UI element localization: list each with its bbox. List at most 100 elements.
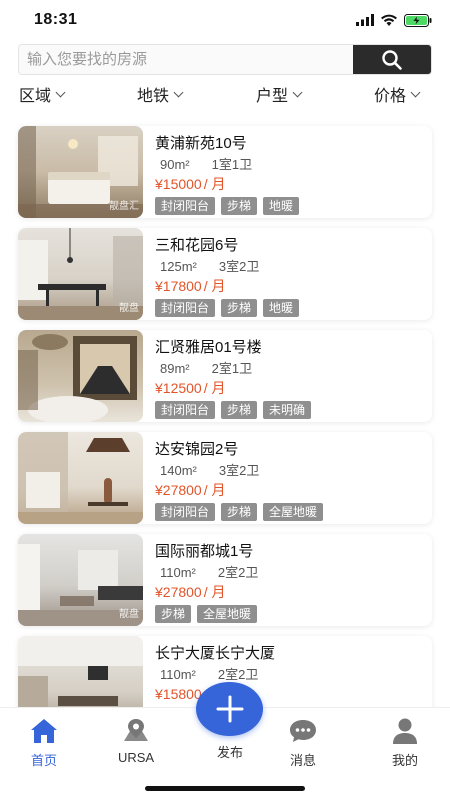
publish-button[interactable] [196,682,263,736]
listing-price-row: ¥12500/ 月 [155,379,432,397]
listing-tag: 步梯 [221,197,258,215]
listing-price-row: ¥27800/ 月 [155,583,432,601]
search-input[interactable] [19,45,353,74]
listing-tags: 封闭阳台 步梯 地暖 [155,197,432,215]
listing-price: ¥12500 [155,380,202,396]
listing-price: ¥27800 [155,482,202,498]
watermark-text: 靓盘汇 [109,201,139,212]
home-icon [29,716,59,746]
tab-messages[interactable]: 消息 [273,716,333,769]
filter-layout[interactable]: 户型 [256,82,303,106]
location-pin-icon [121,716,151,746]
listing-card[interactable]: 靓盘 国际丽都城1号 110m² 2室2卫 ¥27800/ 月 步梯 全屋地暖 [18,534,432,626]
listing-price-row: ¥27800/ 月 [155,481,432,499]
listing-photo: 靓盘汇 [18,126,143,218]
listing-layout: 2室1卫 [211,361,253,376]
tab-ursa[interactable]: URSA [106,716,166,765]
tab-profile[interactable]: 我的 [375,716,435,769]
chevron-down-icon [292,87,303,97]
listing-title: 三和花园6号 [155,237,239,254]
listing-tag: 步梯 [221,299,258,317]
listing-photo [18,330,143,422]
listing-price: ¥15000 [155,176,202,192]
plus-icon [216,695,243,723]
status-bar: 18:31 [0,0,450,40]
listing-card[interactable]: 汇贤雅居01号楼 89m² 2室1卫 ¥12500/ 月 封闭阳台 步梯 未明确 [18,330,432,422]
listing-price-unit: / 月 [203,584,226,600]
listing-price-unit: / 月 [203,482,226,498]
listing-area: 90m² [160,157,190,172]
chevron-down-icon [55,87,66,97]
battery-icon [404,13,432,27]
listing-card[interactable]: 靓盘汇 黄浦新苑10号 90m² 1室1卫 ¥15000/ 月 封闭阳台 步梯 … [18,126,432,218]
listing-tag: 封闭阳台 [155,299,216,317]
listing-price-row: ¥15000/ 月 [155,175,432,193]
listing-price: ¥27800 [155,584,202,600]
listing-photo [18,432,143,524]
listing-title: 达安锦园2号 [155,441,239,458]
filter-area-label: 区域 [19,88,52,105]
chat-bubble-icon [288,716,318,746]
chevron-down-icon [173,87,184,97]
listing-tag: 未明确 [263,401,312,419]
listing-tag: 地暖 [263,197,300,215]
listing-tag: 全屋地暖 [263,503,324,521]
listing-tags: 封闭阳台 步梯 地暖 [155,299,432,317]
listing-tags: 封闭阳台 步梯 全屋地暖 [155,503,432,521]
listing-photo: 靓盘 [18,534,143,626]
listing-tags: 步梯 全屋地暖 [155,605,432,623]
listing-layout: 3室2卫 [218,463,260,478]
tab-home-label: 首页 [30,753,57,768]
tab-home[interactable]: 首页 [14,716,74,769]
listing-tag: 地暖 [263,299,300,317]
signal-icon [356,14,374,26]
listing-card[interactable]: 达安锦园2号 140m² 3室2卫 ¥27800/ 月 封闭阳台 步梯 全屋地暖 [18,432,432,524]
listing-area: 110m² [160,667,196,682]
tab-profile-label: 我的 [391,753,418,768]
filter-subway-label: 地铁 [137,88,170,105]
filter-subway[interactable]: 地铁 [137,82,184,106]
listing-title: 长宁大厦长宁大厦 [155,645,276,662]
listing-tag: 封闭阳台 [155,197,216,215]
listing-price-unit: / 月 [203,176,226,192]
filter-bar: 区域 地铁 户型 价格 [0,82,450,108]
watermark-text: 靓盘 [119,303,139,314]
listing-photo: 靓盘 [18,228,143,320]
listing-tag: 步梯 [221,503,258,521]
listing-layout: 3室2卫 [218,259,260,274]
listing-tag: 封闭阳台 [155,401,216,419]
home-indicator [145,786,305,791]
status-icons [356,13,432,27]
listing-title: 国际丽都城1号 [155,543,254,560]
listing-layout: 1室1卫 [211,157,253,172]
listing-tag: 封闭阳台 [155,503,216,521]
listing-price-row: ¥17800/ 月 [155,277,432,295]
listing-area: 125m² [160,259,197,274]
listing-layout: 2室2卫 [217,565,259,580]
wifi-icon [381,14,397,26]
listing-area: 89m² [160,361,190,376]
search-icon [382,49,402,70]
listing-tag: 步梯 [155,605,192,623]
filter-layout-label: 户型 [256,88,289,105]
listing-price-unit: / 月 [203,380,226,396]
status-time: 18:31 [34,11,78,28]
tab-publish-label: 发布 [216,745,243,760]
listing-tag: 全屋地暖 [197,605,258,623]
filter-price-label: 价格 [374,88,407,105]
listing-price: ¥17800 [155,278,202,294]
filter-price[interactable]: 价格 [374,82,421,106]
listing-area: 140m² [160,463,197,478]
listing-tags: 封闭阳台 步梯 未明确 [155,401,432,419]
listing-title: 黄浦新苑10号 [155,135,247,152]
filter-area[interactable]: 区域 [19,82,66,106]
search-bar [18,44,432,75]
listing-price-unit: / 月 [203,278,226,294]
listing-card[interactable]: 靓盘 三和花园6号 125m² 3室2卫 ¥17800/ 月 封闭阳台 步梯 地… [18,228,432,320]
listing-tag: 步梯 [221,401,258,419]
watermark-text: 靓盘 [119,609,139,620]
search-button[interactable] [353,45,431,74]
listing-title: 汇贤雅居01号楼 [155,339,262,356]
listing-price: ¥15800 [155,686,202,702]
chevron-down-icon [410,87,421,97]
